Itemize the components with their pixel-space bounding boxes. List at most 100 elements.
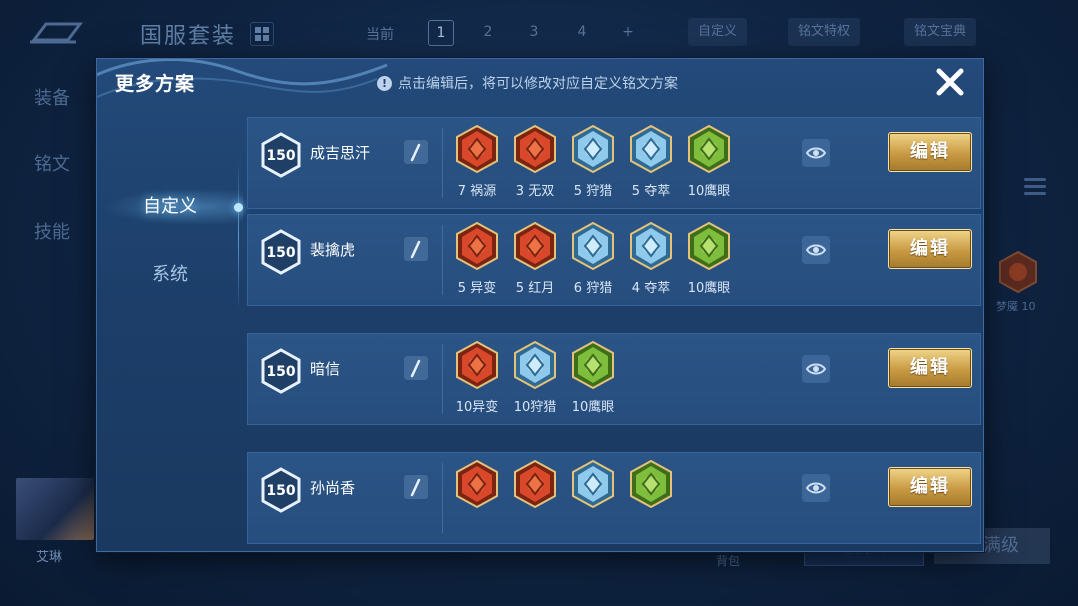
rune-blue-icon [572, 124, 614, 174]
pencil-icon [410, 240, 421, 259]
close-icon[interactable] [933, 65, 967, 99]
rename-button[interactable] [404, 140, 428, 164]
rune-label: 10鹰眼 [687, 184, 731, 199]
side-nav-equipment[interactable]: 装备 [34, 84, 70, 110]
rune-label: 5 红月 [515, 281, 555, 296]
rune-label: 10鹰眼 [687, 281, 731, 296]
slot-1[interactable]: 1 [428, 20, 454, 46]
rune-label: 6 狩猎 [573, 281, 613, 296]
active-tab-indicator [234, 203, 243, 212]
rune-label: 10鹰眼 [571, 400, 615, 415]
side-nav-runes[interactable]: 铭文 [34, 150, 70, 176]
rename-button[interactable] [404, 237, 428, 261]
eye-icon [805, 147, 827, 159]
slot-4[interactable]: 4 [570, 20, 594, 44]
plan-row: 150 成吉思汗 7 祸源 3 无双 5 狩猎 5 夺萃 10鹰眼 编辑 [247, 117, 981, 209]
plan-level: 150 [266, 364, 295, 380]
background-rune-label: 梦魇 10 [996, 300, 1036, 313]
rune-red-icon [514, 459, 556, 509]
pencil-icon [410, 143, 421, 162]
side-nav-skills[interactable]: 技能 [34, 218, 70, 244]
level-hexagon-icon: 150 [261, 229, 301, 275]
rune-label: 10异变 [455, 400, 499, 415]
rune-red-icon [456, 459, 498, 509]
edit-button[interactable]: 编辑 [888, 132, 972, 172]
row-divider [442, 225, 443, 295]
rune-label: 3 无双 [515, 184, 555, 199]
rename-button[interactable] [404, 356, 428, 380]
rune-codex-button[interactable]: 铭文宝典 [904, 18, 977, 46]
eye-icon [805, 482, 827, 494]
plan-name: 裴擒虎 [310, 241, 356, 259]
rune-blue-icon [572, 459, 614, 509]
modal-header: 更多方案 ! 点击编辑后，将可以修改对应自定义铭文方案 [97, 59, 983, 105]
edit-notice: ! 点击编辑后，将可以修改对应自定义铭文方案 [377, 73, 678, 93]
tab-system[interactable]: 系统 [97, 255, 243, 295]
rune-red-icon [456, 340, 498, 390]
rune-red-icon [514, 124, 556, 174]
codex-label: 铭文宝典 [914, 24, 967, 39]
background-top-bar: 国服套装 当前 1 2 3 4 + 自定义 铭文特权 铭文宝典 [0, 0, 1078, 64]
current-label: 当前 [366, 27, 394, 43]
rename-button[interactable] [404, 475, 428, 499]
notice-text: 点击编辑后，将可以修改对应自定义铭文方案 [398, 76, 678, 92]
plan-name: 成吉思汗 [310, 144, 371, 162]
game-logo-icon [30, 22, 83, 44]
plan-level: 150 [266, 483, 295, 499]
rune-blue-icon [514, 340, 556, 390]
row-divider [442, 463, 443, 533]
pencil-icon [410, 478, 421, 497]
row-divider [442, 128, 443, 198]
rune-label: 5 夺萃 [631, 184, 671, 199]
menu-icon[interactable] [1024, 178, 1046, 198]
edit-button[interactable]: 编辑 [888, 229, 972, 269]
plan-level: 150 [266, 245, 295, 261]
privilege-label: 铭文特权 [798, 24, 851, 39]
rune-red-icon [456, 124, 498, 174]
pencil-icon [410, 359, 421, 378]
rune-green-icon [688, 221, 730, 271]
add-slot-button[interactable]: + [616, 20, 640, 44]
rune-label: 4 夺萃 [631, 281, 671, 296]
rune-blue-icon [630, 124, 672, 174]
custom-button[interactable]: 自定义 [688, 18, 748, 46]
rune-green-icon [630, 459, 672, 509]
rune-blue-icon [630, 221, 672, 271]
rune-green-icon [572, 340, 614, 390]
info-icon: ! [377, 75, 392, 91]
plan-row: 150 孙尚香 编辑 [247, 452, 981, 544]
rune-privilege-button[interactable]: 铭文特权 [788, 18, 861, 46]
preview-button[interactable] [802, 139, 830, 167]
rune-label: 10狩猎 [513, 400, 557, 415]
rune-red-icon [999, 250, 1037, 294]
preview-button[interactable] [802, 474, 830, 502]
slot-3[interactable]: 3 [522, 20, 546, 44]
hero-portrait[interactable] [16, 478, 94, 540]
level-hexagon-icon: 150 [261, 132, 301, 178]
edit-button[interactable]: 编辑 [888, 348, 972, 388]
slot-2[interactable]: 2 [476, 20, 500, 44]
more-plans-modal: 更多方案 ! 点击编辑后，将可以修改对应自定义铭文方案 自定义 系统 150 成吉… [96, 58, 984, 552]
rune-green-icon [688, 124, 730, 174]
background-title: 国服套装 [140, 24, 237, 49]
edit-button[interactable]: 编辑 [888, 467, 972, 507]
backpack-label[interactable]: 背包 [716, 552, 740, 569]
level-hexagon-icon: 150 [261, 348, 301, 394]
preview-button[interactable] [802, 355, 830, 383]
eye-icon [805, 363, 827, 375]
modal-title: 更多方案 [115, 73, 196, 95]
plan-list: 150 成吉思汗 7 祸源 3 无双 5 狩猎 5 夺萃 10鹰眼 编辑 150 裴擒虎 5 异变 5… [247, 117, 981, 551]
grid-icon[interactable] [250, 22, 274, 46]
tab-custom[interactable]: 自定义 [97, 187, 243, 227]
rune-label: 5 狩猎 [573, 184, 613, 199]
row-divider [442, 344, 443, 414]
plan-row: 150 裴擒虎 5 异变 5 红月 6 狩猎 4 夺萃 10鹰眼 编辑 [247, 214, 981, 306]
rune-blue-icon [572, 221, 614, 271]
rune-label: 5 异变 [457, 281, 497, 296]
rune-red-icon [456, 221, 498, 271]
preview-button[interactable] [802, 236, 830, 264]
plan-level: 150 [266, 148, 295, 164]
rune-label: 7 祸源 [457, 184, 497, 199]
rune-red-icon [514, 221, 556, 271]
plan-name: 孙尚香 [310, 479, 356, 497]
